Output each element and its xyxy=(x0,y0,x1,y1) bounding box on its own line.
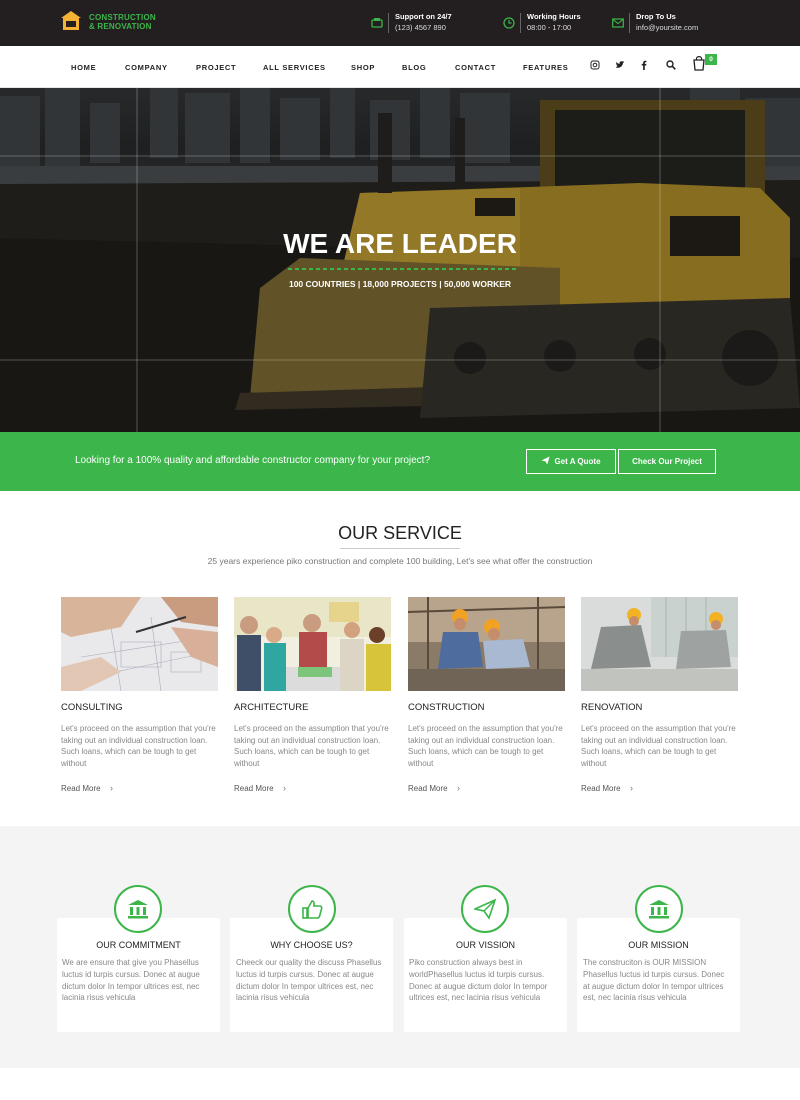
chevron-right-icon[interactable]: › xyxy=(630,783,633,793)
service-card-consulting: CONSULTING Let's proceed on the assumpti… xyxy=(61,597,218,797)
check-project-button[interactable]: Check Our Project xyxy=(618,449,716,474)
read-more-link[interactable]: Read More xyxy=(234,784,274,793)
nav-item-company[interactable]: COMPANY xyxy=(125,63,168,72)
nav-item-all-services[interactable]: ALL SERVICES xyxy=(263,63,326,72)
main-nav: HOME COMPANY PROJECT ALL SERVICES SHOP B… xyxy=(0,46,800,88)
architecture-image xyxy=(234,597,391,691)
service-card-text: Let's proceed on the assumption that you… xyxy=(408,724,563,769)
check-project-label: Check Our Project xyxy=(632,457,702,466)
chevron-right-icon[interactable]: › xyxy=(110,783,113,793)
feature-icon-circle xyxy=(288,885,336,933)
mail-icon xyxy=(612,18,624,28)
bank-icon xyxy=(128,900,148,919)
read-more-link[interactable]: Read More xyxy=(408,784,448,793)
service-card-text: Let's proceed on the assumption that you… xyxy=(61,724,216,769)
renovation-image xyxy=(581,597,738,691)
get-quote-button[interactable]: Get A Quote xyxy=(526,449,616,474)
service-card-text: Let's proceed on the assumption that you… xyxy=(234,724,389,769)
service-card-construction: CONSTRUCTION Let's proceed on the assump… xyxy=(408,597,565,797)
service-title-underline xyxy=(340,548,460,549)
twitter-icon[interactable] xyxy=(615,60,625,70)
cart-count-badge: 0 xyxy=(705,54,717,65)
service-section-subtitle: 25 years experience piko construction an… xyxy=(207,556,593,566)
cart-icon[interactable] xyxy=(692,55,706,71)
nav-item-project[interactable]: PROJECT xyxy=(196,63,236,72)
phone-icon xyxy=(371,18,383,28)
feature-title: WHY CHOOSE US? xyxy=(270,940,353,950)
thumbs-up-icon xyxy=(302,900,323,919)
cta-text: Looking for a 100% quality and affordabl… xyxy=(75,455,431,466)
service-card-title: CONSTRUCTION xyxy=(408,702,485,713)
contact-title: Support on 24/7 xyxy=(395,12,452,21)
contact-separator xyxy=(388,13,389,33)
nav-item-home[interactable]: HOME xyxy=(71,63,96,72)
service-card-title: RENOVATION xyxy=(581,702,643,713)
site-logo[interactable]: CONSTRUCTION & RENOVATION xyxy=(60,10,180,36)
contact-value[interactable]: info@yoursite.com xyxy=(636,23,698,32)
read-more-link[interactable]: Read More xyxy=(61,784,101,793)
feature-icon-circle xyxy=(635,885,683,933)
read-more-link[interactable]: Read More xyxy=(581,784,621,793)
paper-plane-icon xyxy=(541,456,551,465)
service-card-architecture: ARCHITECTURE Let's proceed on the assump… xyxy=(234,597,391,797)
footer-start xyxy=(0,1068,800,1100)
feature-text: Cheeck our quality the discuss Phasellus… xyxy=(236,958,382,1003)
logo-line1: CONSTRUCTION xyxy=(89,13,156,22)
feature-icon-circle xyxy=(461,885,509,933)
feature-text: We are ensure that give you Phasellus lu… xyxy=(62,958,200,1003)
feature-icon-circle xyxy=(114,885,162,933)
contact-title: Working Hours xyxy=(527,12,581,21)
feature-text: The construciton is OUR MISSION Phasellu… xyxy=(583,958,725,1003)
service-card-title: CONSULTING xyxy=(61,702,123,713)
nav-item-contact[interactable]: CONTACT xyxy=(455,63,496,72)
nav-item-features[interactable]: FEATURES xyxy=(523,63,568,72)
nav-item-blog[interactable]: BLOG xyxy=(402,63,426,72)
get-quote-label: Get A Quote xyxy=(554,457,601,466)
clock-icon xyxy=(503,17,515,29)
service-card-renovation: RENOVATION Let's proceed on the assumpti… xyxy=(581,597,738,797)
service-section-title: OUR SERVICE xyxy=(338,523,462,543)
hero-title: WE ARE LEADER xyxy=(283,228,517,259)
bank-icon xyxy=(649,900,669,919)
chevron-right-icon[interactable]: › xyxy=(283,783,286,793)
paper-plane-icon xyxy=(474,898,496,920)
hero-subtitle: 100 COUNTRIES | 18,000 PROJECTS | 50,000… xyxy=(288,279,512,289)
house-logo-icon xyxy=(61,11,81,30)
contact-separator xyxy=(629,13,630,33)
feature-title: OUR MISSION xyxy=(628,940,689,950)
contact-separator xyxy=(520,13,521,33)
service-card-title: ARCHITECTURE xyxy=(234,702,309,713)
contact-title: Drop To Us xyxy=(636,12,676,21)
chevron-right-icon[interactable]: › xyxy=(457,783,460,793)
facebook-icon[interactable] xyxy=(639,60,649,70)
construction-image xyxy=(408,597,565,691)
feature-title: OUR COMMITMENT xyxy=(96,940,181,950)
instagram-icon[interactable] xyxy=(590,60,600,70)
cta-strip: Looking for a 100% quality and affordabl… xyxy=(0,432,800,491)
feature-text: Piko construction always best in worldPh… xyxy=(409,958,548,1003)
contact-value[interactable]: (123) 4567 890 xyxy=(395,23,446,32)
search-icon[interactable] xyxy=(666,60,676,70)
service-card-text: Let's proceed on the assumption that you… xyxy=(581,724,736,769)
hero-banner: WE ARE LEADER 100 COUNTRIES | 18,000 PRO… xyxy=(0,88,800,432)
contact-value: 08:00 - 17:00 xyxy=(527,23,572,32)
logo-text: CONSTRUCTION & RENOVATION xyxy=(89,13,156,31)
hero-divider xyxy=(288,268,516,270)
logo-line2: & RENOVATION xyxy=(89,22,152,31)
top-bar: CONSTRUCTION & RENOVATION Support on 24/… xyxy=(0,0,800,46)
feature-title: OUR VISSION xyxy=(455,940,515,950)
hero-background-image xyxy=(0,88,800,432)
nav-item-shop[interactable]: SHOP xyxy=(351,63,375,72)
consulting-image xyxy=(61,597,218,691)
